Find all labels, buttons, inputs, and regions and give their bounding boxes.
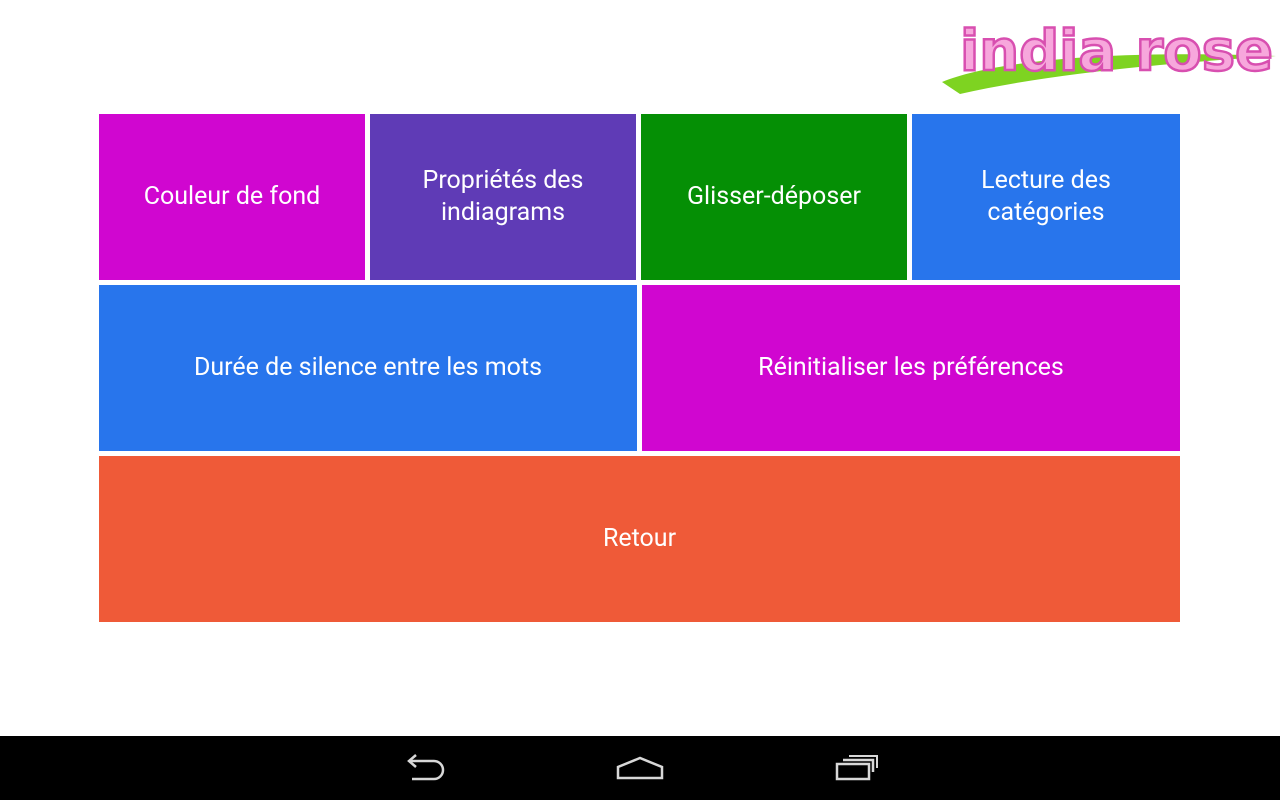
tile-label: Propriétés des indiagrams	[422, 166, 584, 227]
nav-home-button[interactable]	[595, 736, 685, 800]
reset-preferences-button[interactable]: Réinitialiser les préférences	[642, 285, 1180, 451]
nav-back-button[interactable]	[379, 736, 469, 800]
tile-label: Glisser-déposer	[687, 182, 861, 211]
india-rose-logo: india rose	[936, 10, 1280, 94]
tile-label: Couleur de fond	[143, 182, 321, 211]
home-icon	[616, 756, 664, 780]
system-navigation-bar	[0, 736, 1280, 800]
indiagram-properties-button[interactable]: Propriétés des indiagrams	[370, 114, 636, 280]
settings-screen: india rose Couleur de fond Propriétés de…	[0, 0, 1280, 800]
logo-text: india rose	[960, 19, 1273, 84]
recent-apps-icon	[835, 755, 878, 781]
nav-recent-apps-button[interactable]	[812, 736, 902, 800]
tile-label: Lecture des catégories	[981, 166, 1111, 227]
category-reading-button[interactable]: Lecture des catégories	[912, 114, 1180, 280]
tile-label: Réinitialiser les préférences	[758, 353, 1064, 382]
back-button[interactable]: Retour	[99, 456, 1180, 622]
tile-label: Retour	[602, 524, 677, 553]
back-arrow-icon	[407, 754, 445, 781]
background-color-button[interactable]: Couleur de fond	[99, 114, 365, 280]
tile-label: Durée de silence entre les mots	[193, 353, 542, 382]
drag-and-drop-button[interactable]: Glisser-déposer	[641, 114, 907, 280]
silence-duration-button[interactable]: Durée de silence entre les mots	[99, 285, 637, 451]
